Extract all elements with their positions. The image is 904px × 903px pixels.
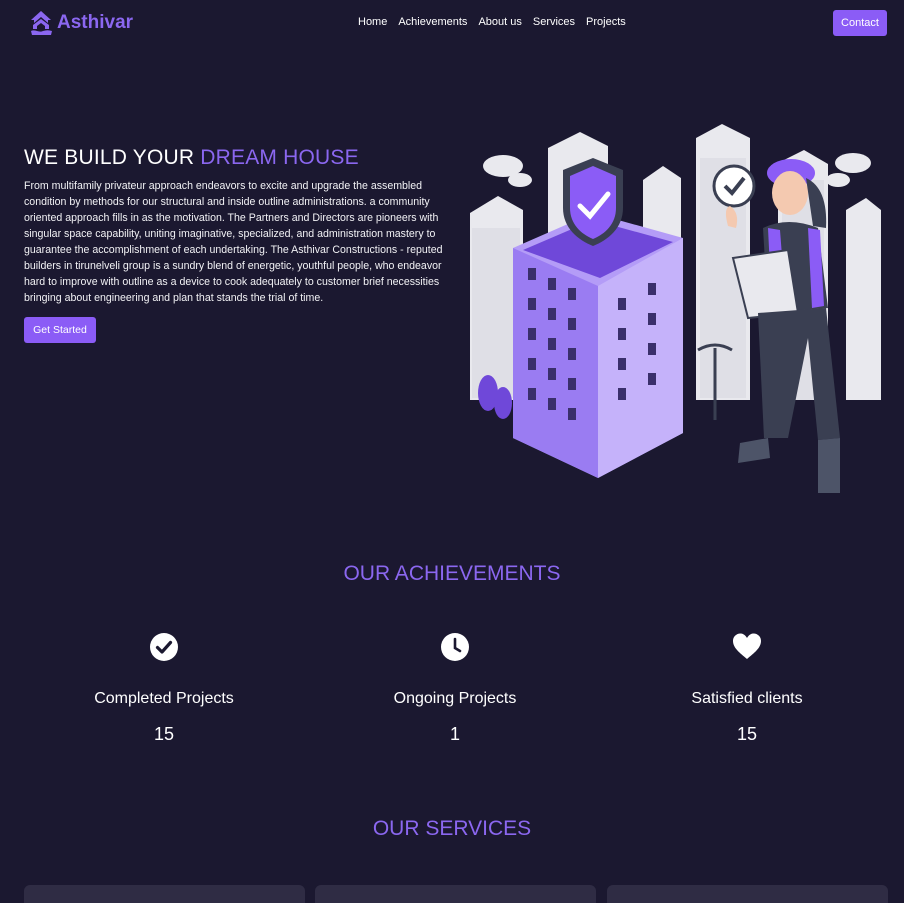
services-title: OUR SERVICES [372,817,532,840]
contact-button[interactable]: Contact [833,10,887,36]
nav-projects[interactable]: Projects [586,16,626,28]
get-started-button[interactable]: Get Started [24,317,96,343]
achievement-value: 15 [736,724,758,744]
brand-logo[interactable]: Asthivar [29,9,133,37]
hero-title-plain: WE BUILD YOUR [24,146,201,169]
achievement-ongoing: Ongoing Projects 1 [355,632,555,745]
hero-title-accent: DREAM HOUSE [200,146,359,169]
house-logo-icon [31,11,52,35]
achievement-value: 1 [449,724,460,744]
achievement-value: 15 [153,724,175,744]
purple-tower [513,213,683,478]
achievement-label: Completed Projects [94,690,234,707]
construction-illustration [470,124,881,493]
service-card[interactable] [607,885,888,903]
achievement-clients: Satisfied clients 15 [647,632,847,745]
service-card[interactable] [24,885,305,903]
achievements-title: OUR ACHIEVEMENTS [343,562,561,585]
nav-menu: Home Achievements About us Services Proj… [358,16,626,28]
service-card[interactable] [315,885,596,903]
nav-about-us[interactable]: About us [478,16,521,28]
nav-home[interactable]: Home [358,16,387,28]
hero-title: WE BUILD YOUR DREAM HOUSE [24,146,359,170]
top-navbar: Asthivar Home Achievements About us Serv… [0,0,904,46]
check-circle-icon [150,633,178,661]
achievement-label: Satisfied clients [691,690,803,707]
nav-services[interactable]: Services [533,16,575,28]
clock-icon [441,633,469,661]
nav-achievements[interactable]: Achievements [398,16,467,28]
brand-name: Asthivar [57,12,134,33]
heart-icon [733,633,761,659]
hero-description: From multifamily privateur approach ende… [24,180,443,304]
check-bubble-icon [712,164,756,208]
achievement-label: Ongoing Projects [393,690,517,707]
achievement-completed: Completed Projects 15 [64,632,264,745]
